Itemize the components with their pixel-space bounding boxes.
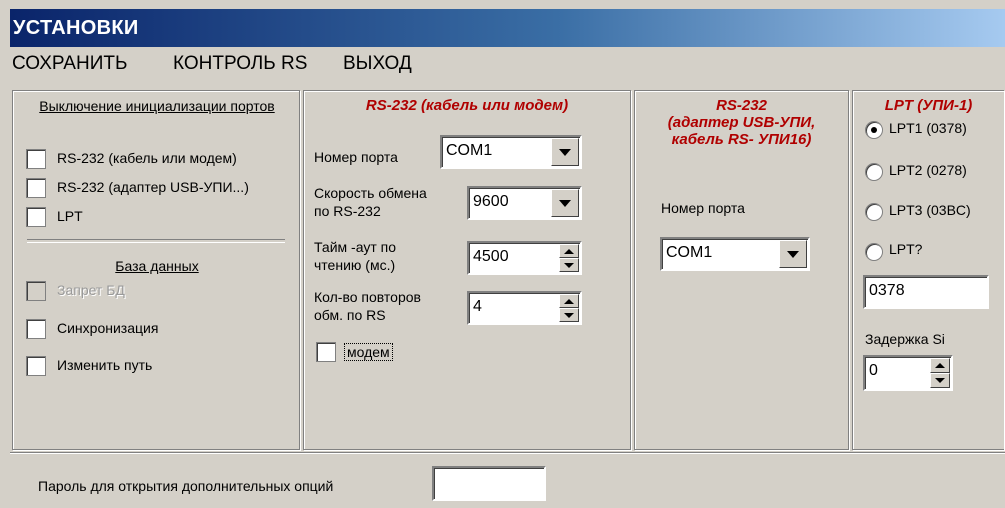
arrow-down-icon bbox=[935, 378, 945, 383]
label-lpt-unknown: LPT? bbox=[889, 241, 923, 257]
usb-port-dropdown-button[interactable] bbox=[779, 240, 807, 268]
retries-spinbox[interactable]: 4 bbox=[467, 291, 582, 325]
label-rs232-usb: RS-232 (адаптер USB-УПИ...) bbox=[57, 179, 249, 195]
radio-lpt2[interactable] bbox=[865, 163, 883, 181]
speed-label-1: Скорость обмена bbox=[314, 185, 427, 201]
delay-up-button[interactable] bbox=[930, 358, 950, 373]
usb-port-combo[interactable]: COM1 bbox=[660, 237, 810, 271]
password-input[interactable] bbox=[432, 466, 546, 501]
checkbox-change-path[interactable] bbox=[26, 356, 46, 376]
checkbox-db-lock bbox=[26, 281, 46, 301]
menu-exit[interactable]: ВЫХОД bbox=[343, 53, 412, 75]
label-lpt2: LPT2 (0278) bbox=[889, 162, 967, 178]
checkbox-rs232-cable[interactable] bbox=[26, 149, 46, 169]
label-lpt3: LPT3 (03BC) bbox=[889, 202, 971, 218]
rs232-cable-panel: RS-232 (кабель или модем) Номер порта CO… bbox=[303, 90, 631, 450]
menu-save[interactable]: СОХРАНИТЬ bbox=[12, 53, 127, 75]
checkbox-rs232-usb[interactable] bbox=[26, 178, 46, 198]
retries-label-2: обм. по RS bbox=[314, 307, 386, 323]
label-lpt: LPT bbox=[57, 208, 83, 224]
lpt-panel: LPT (УПИ-1) LPT1 (0378) LPT2 (0278) LPT3… bbox=[852, 90, 1004, 450]
rs232-usb-heading-1: RS-232 bbox=[716, 97, 767, 114]
lpt-address-value: 0378 bbox=[869, 282, 905, 299]
db-heading: База данных bbox=[115, 258, 199, 274]
speed-label-2: по RS-232 bbox=[314, 203, 381, 219]
timeout-label-1: Тайм -аут по bbox=[314, 239, 397, 255]
timeout-spinbox[interactable]: 4500 bbox=[467, 241, 582, 275]
label-change-path: Изменить путь bbox=[57, 357, 153, 373]
divider bbox=[27, 239, 285, 243]
label-rs232-cable: RS-232 (кабель или модем) bbox=[57, 150, 237, 166]
retries-label-1: Кол-во повторов bbox=[314, 289, 421, 305]
delay-down-button[interactable] bbox=[930, 373, 950, 388]
password-area: Пароль для открытия дополнительных опций bbox=[10, 452, 1005, 508]
speed-combo[interactable]: 9600 bbox=[467, 186, 582, 220]
timeout-value: 4500 bbox=[473, 248, 509, 265]
radio-lpt1[interactable] bbox=[865, 121, 883, 139]
init-panel: Выключение инициализации портов RS-232 (… bbox=[12, 90, 300, 450]
radio-lpt3[interactable] bbox=[865, 203, 883, 221]
retries-value: 4 bbox=[473, 298, 482, 315]
chevron-down-icon bbox=[559, 148, 571, 156]
checkbox-lpt[interactable] bbox=[26, 207, 46, 227]
rs232-usb-panel: RS-232 (адаптер USB-УПИ, кабель RS- УПИ1… bbox=[634, 90, 849, 450]
radio-lpt-unknown[interactable] bbox=[865, 243, 883, 261]
label-db-lock: Запрет БД bbox=[57, 282, 125, 298]
label-modem: модем bbox=[344, 343, 393, 361]
timeout-up-button[interactable] bbox=[559, 244, 579, 258]
port-dropdown-button[interactable] bbox=[551, 138, 579, 166]
timeout-down-button[interactable] bbox=[559, 258, 579, 272]
password-label: Пароль для открытия дополнительных опций bbox=[38, 478, 334, 494]
arrow-down-icon bbox=[564, 262, 574, 268]
delay-label: Задержка Si bbox=[865, 331, 945, 347]
speed-dropdown-button[interactable] bbox=[551, 189, 579, 217]
timeout-label-2: чтению (мс.) bbox=[314, 257, 396, 273]
menu-rs-control[interactable]: КОНТРОЛЬ RS bbox=[173, 53, 307, 75]
lpt-heading: LPT (УПИ-1) bbox=[884, 97, 973, 114]
arrow-up-icon bbox=[564, 298, 574, 304]
rs232-usb-heading-2: (адаптер USB-УПИ, bbox=[667, 114, 816, 131]
chevron-down-icon bbox=[559, 199, 571, 207]
label-lpt1: LPT1 (0378) bbox=[889, 120, 967, 136]
arrow-down-icon bbox=[564, 312, 574, 318]
arrow-up-icon bbox=[935, 363, 945, 368]
radio-dot bbox=[871, 127, 877, 133]
checkbox-sync[interactable] bbox=[26, 319, 46, 339]
port-combo[interactable]: COM1 bbox=[440, 135, 582, 169]
retries-up-button[interactable] bbox=[559, 294, 579, 308]
title-bar: УСТАНОВКИ bbox=[10, 9, 1005, 47]
lpt-address-input[interactable]: 0378 bbox=[863, 275, 989, 309]
chevron-down-icon bbox=[787, 250, 799, 258]
port-value: COM1 bbox=[446, 142, 493, 159]
usb-port-label: Номер порта bbox=[661, 200, 745, 216]
speed-value: 9600 bbox=[473, 193, 509, 210]
rs232-usb-heading-3: кабель RS- УПИ16) bbox=[671, 131, 812, 148]
label-sync: Синхронизация bbox=[57, 320, 159, 336]
rs232-cable-heading: RS-232 (кабель или модем) bbox=[365, 97, 569, 114]
retries-down-button[interactable] bbox=[559, 308, 579, 322]
delay-value: 0 bbox=[869, 362, 878, 379]
arrow-up-icon bbox=[564, 248, 574, 254]
init-heading: Выключение инициализации портов bbox=[39, 98, 275, 114]
checkbox-modem[interactable] bbox=[316, 342, 336, 362]
port-label: Номер порта bbox=[314, 149, 398, 165]
window-title: УСТАНОВКИ bbox=[13, 17, 139, 39]
usb-port-value: COM1 bbox=[666, 244, 713, 261]
delay-spinbox[interactable]: 0 bbox=[863, 355, 953, 391]
